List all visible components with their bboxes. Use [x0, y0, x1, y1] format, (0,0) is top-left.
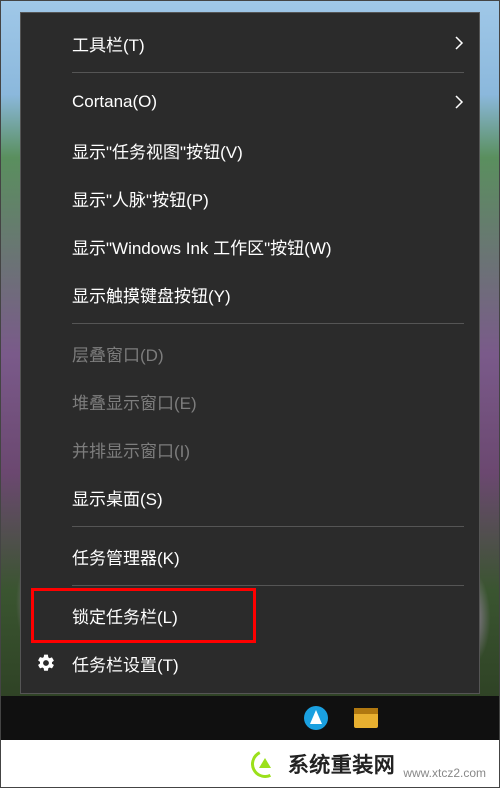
watermark-bar: 系统重装网 www.xtcz2.com [0, 740, 500, 788]
menu-item-label: 任务管理器(K) [72, 544, 446, 569]
menu-item-label: 显示触摸键盘按钮(Y) [72, 282, 446, 307]
menu-item-label: 任务栏设置(T) [72, 651, 446, 676]
menu-item: 并排显示窗口(I) [22, 425, 478, 473]
menu-item[interactable]: Cortana(O) [22, 78, 478, 126]
menu-item: 堆叠显示窗口(E) [22, 377, 478, 425]
taskbar-app-icon[interactable] [300, 702, 332, 734]
menu-item[interactable]: 显示桌面(S) [22, 473, 478, 521]
watermark-url: www.xtcz2.com [403, 766, 486, 780]
menu-item-label: 层叠窗口(D) [72, 341, 446, 366]
chevron-right-icon [446, 94, 464, 110]
menu-item-label: 显示"人脉"按钮(P) [72, 186, 446, 211]
taskbar[interactable] [0, 696, 500, 740]
menu-separator [72, 526, 464, 527]
taskbar-app-icon[interactable] [350, 702, 382, 734]
menu-separator [72, 323, 464, 324]
menu-item-label: 显示"Windows Ink 工作区"按钮(W) [72, 234, 446, 259]
menu-item[interactable]: 显示"任务视图"按钮(V) [22, 126, 478, 174]
menu-item[interactable]: 工具栏(T) [22, 19, 478, 67]
menu-item-label: Cortana(O) [72, 92, 446, 112]
menu-item-label: 锁定任务栏(L) [72, 603, 446, 628]
watermark-logo-icon [250, 749, 280, 779]
menu-item[interactable]: 锁定任务栏(L) [22, 591, 478, 639]
chevron-right-icon [446, 35, 464, 51]
menu-item[interactable]: 显示"Windows Ink 工作区"按钮(W) [22, 222, 478, 270]
menu-item-label: 显示桌面(S) [72, 485, 446, 510]
menu-item[interactable]: 任务管理器(K) [22, 532, 478, 580]
gear-icon [36, 653, 72, 673]
watermark-brand: 系统重装网 [288, 749, 396, 779]
menu-separator [72, 585, 464, 586]
menu-item[interactable]: 显示"人脉"按钮(P) [22, 174, 478, 222]
menu-item[interactable]: 显示触摸键盘按钮(Y) [22, 270, 478, 318]
menu-item: 层叠窗口(D) [22, 329, 478, 377]
menu-item-label: 工具栏(T) [72, 31, 446, 56]
menu-item[interactable]: 任务栏设置(T) [22, 639, 478, 687]
menu-item-label: 显示"任务视图"按钮(V) [72, 138, 446, 163]
menu-separator [72, 72, 464, 73]
menu-item-label: 堆叠显示窗口(E) [72, 389, 446, 414]
taskbar-context-menu: 工具栏(T) Cortana(O) 显示"任务视图"按钮(V) 显示"人脉"按钮(P)… [20, 12, 480, 694]
menu-item-label: 并排显示窗口(I) [72, 437, 446, 462]
